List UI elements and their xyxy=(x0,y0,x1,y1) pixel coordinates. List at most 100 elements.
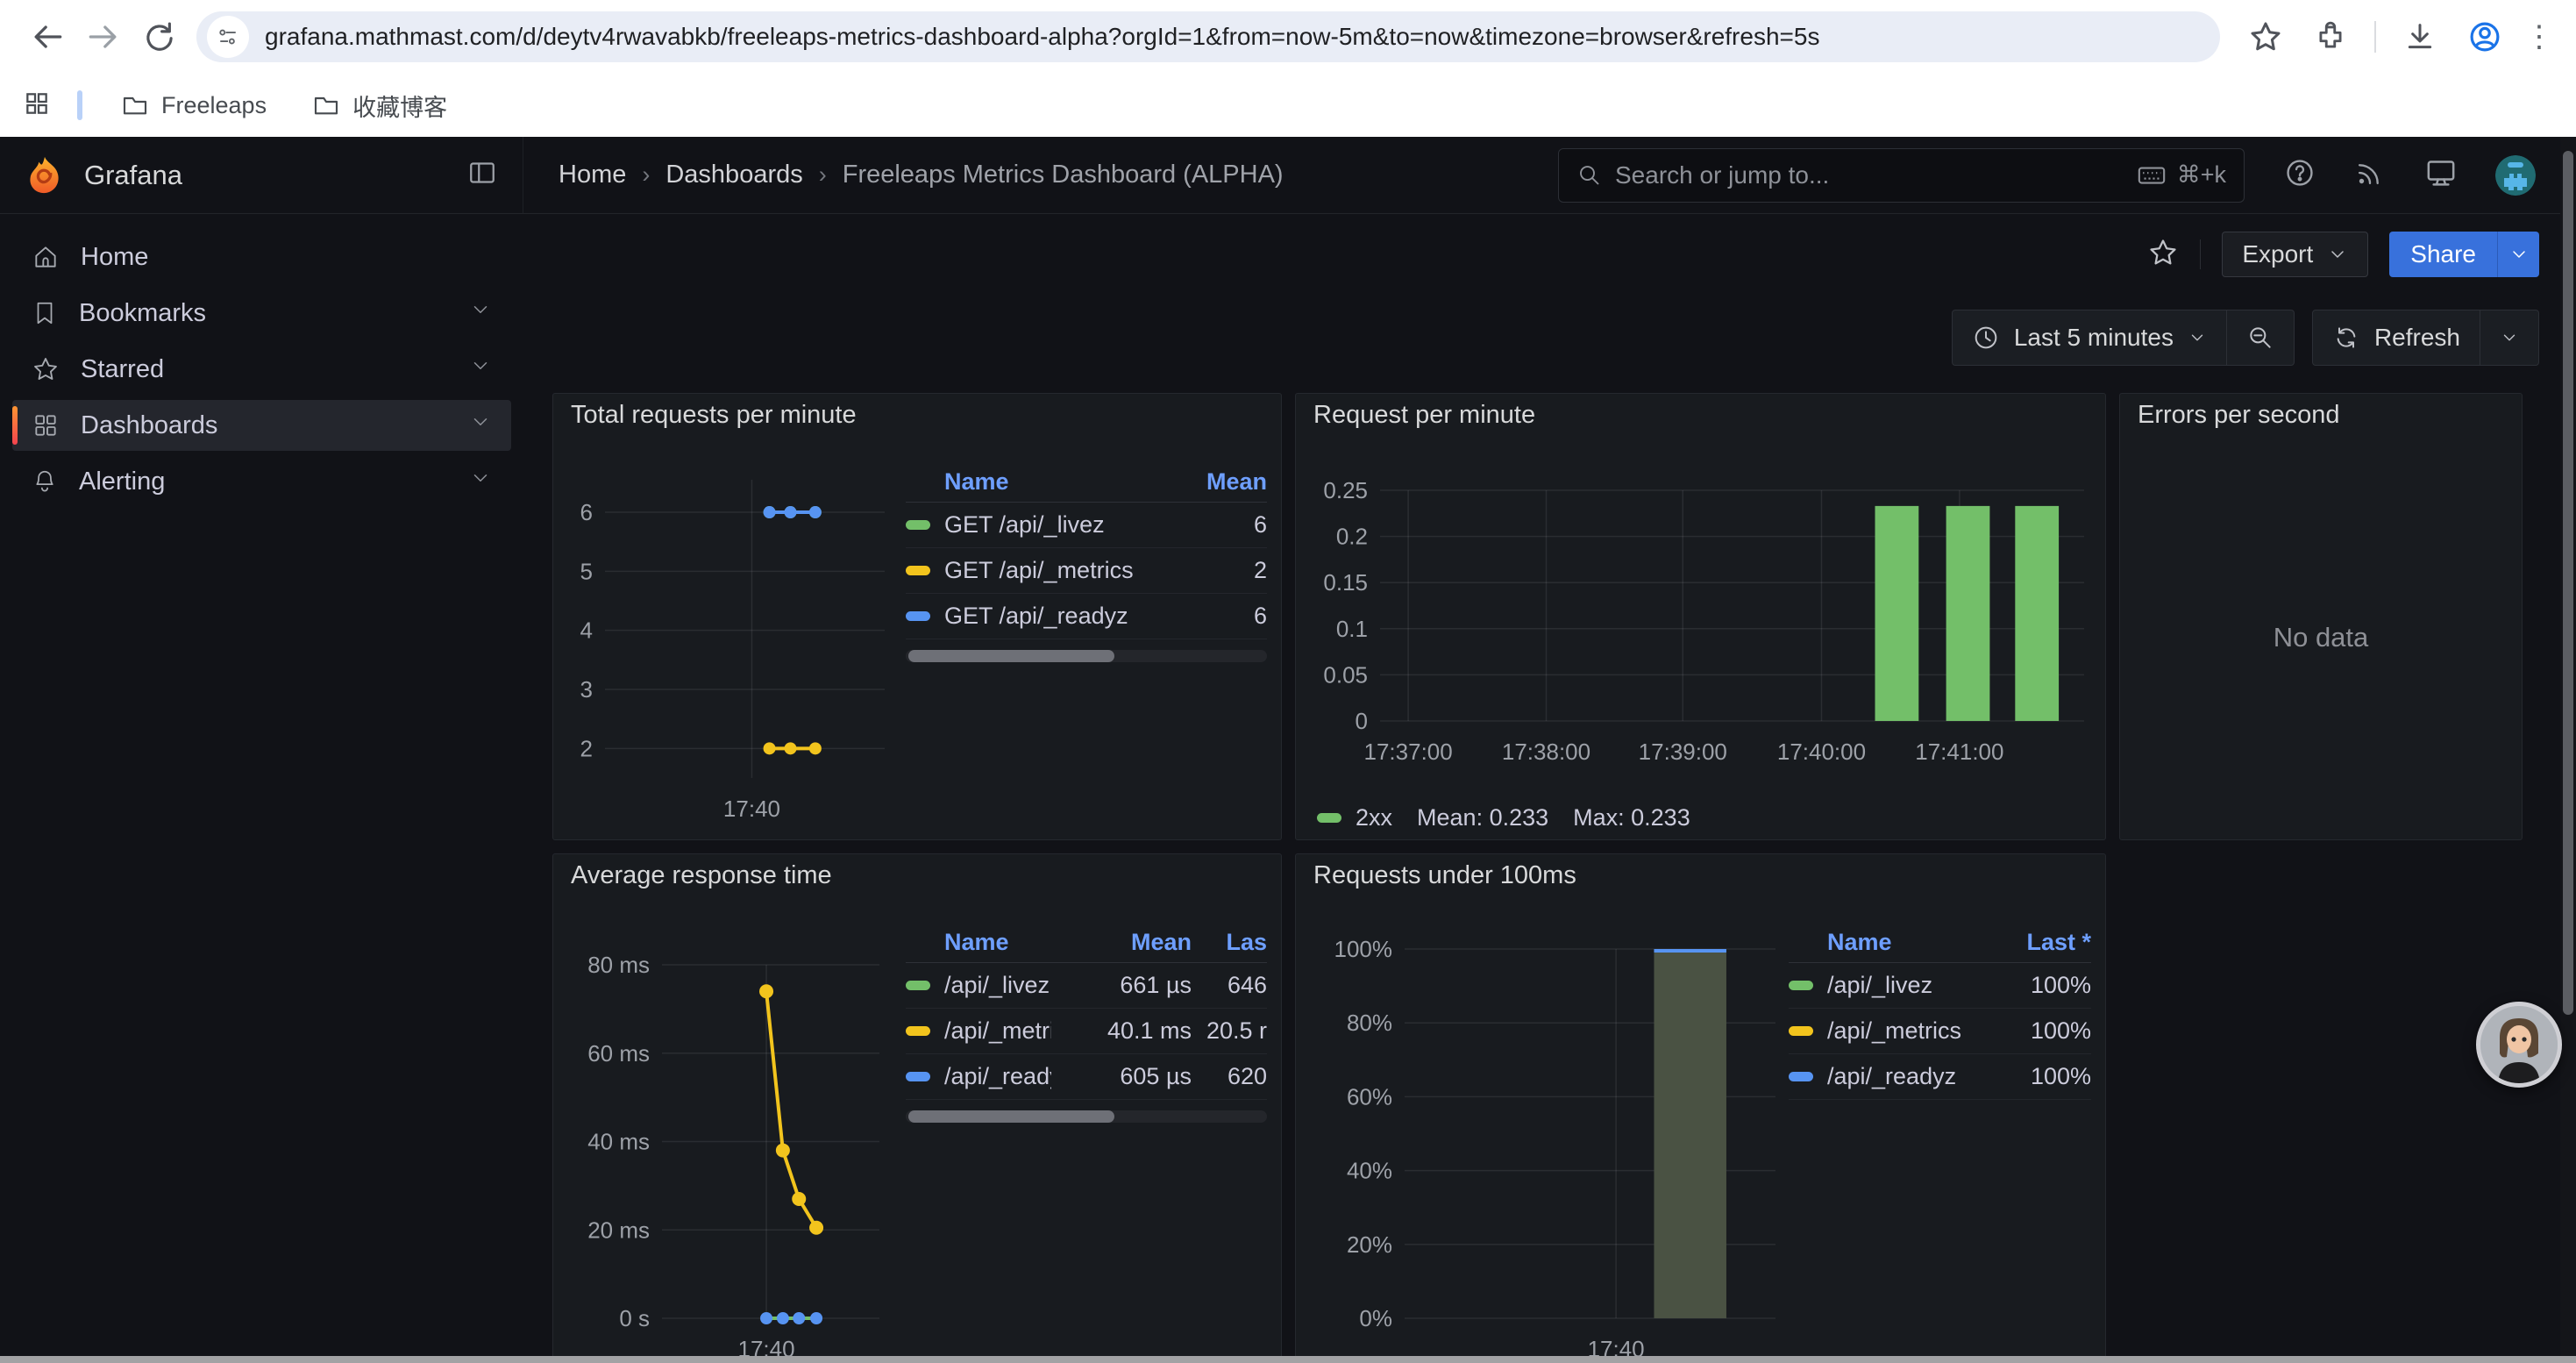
breadcrumb-home[interactable]: Home xyxy=(559,161,626,189)
legend-column-last[interactable]: Las xyxy=(1192,929,1267,956)
series-swatch xyxy=(1789,981,1813,990)
time-range-picker[interactable]: Last 5 minutes xyxy=(1953,310,2226,365)
chevron-down-icon[interactable] xyxy=(469,354,492,384)
sidebar-item-starred[interactable]: Starred xyxy=(12,344,511,395)
breadcrumb-dashboards[interactable]: Dashboards xyxy=(665,161,802,189)
chevron-down-icon[interactable] xyxy=(469,298,492,328)
refresh-interval-button[interactable] xyxy=(2480,310,2538,365)
average-response-time-chart[interactable]: 80 ms60 ms40 ms20 ms0 s17:40 xyxy=(557,896,906,1363)
sidebar-item-dashboards[interactable]: Dashboards xyxy=(12,400,511,451)
favorite-star-icon[interactable] xyxy=(2147,237,2179,273)
help-icon[interactable] xyxy=(2283,156,2316,194)
svg-text:0.2: 0.2 xyxy=(1336,524,1368,550)
legend-row[interactable]: GET /api/_readyz 6 xyxy=(906,594,1267,639)
zoom-out-button[interactable] xyxy=(2227,310,2294,365)
sidebar-item-alerting[interactable]: Alerting xyxy=(12,456,511,507)
home-icon xyxy=(32,243,60,271)
legend-row[interactable]: /api/_metrics 100% xyxy=(1789,1009,2091,1054)
legend-scrollbar-thumb[interactable] xyxy=(908,650,1114,662)
monitor-icon[interactable] xyxy=(2423,155,2459,195)
news-rss-icon[interactable] xyxy=(2353,156,2387,194)
legend-row[interactable]: /api/_metrics 40.1 ms 20.5 r xyxy=(906,1009,1267,1054)
panel-title[interactable]: Request per minute xyxy=(1296,394,2105,436)
svg-text:4: 4 xyxy=(580,617,593,644)
legend-row[interactable]: GET /api/_metrics 2 xyxy=(906,548,1267,594)
grafana-logo[interactable] xyxy=(25,155,65,196)
apps-grid-icon[interactable] xyxy=(23,89,51,122)
bookmark-folder-freeleaps[interactable]: Freeleaps xyxy=(109,86,279,125)
legend-row[interactable]: /api/_readyz 605 µs 620 xyxy=(906,1054,1267,1100)
bookmark-star-icon[interactable] xyxy=(2238,9,2294,65)
request-per-minute-chart[interactable]: 0.250.20.150.10.05017:37:0017:38:0017:39… xyxy=(1310,436,2091,796)
legend-scrollbar[interactable] xyxy=(906,650,1267,662)
panel-title[interactable]: Requests under 100ms xyxy=(1296,854,2105,896)
bookmark-folder-blogs[interactable]: 收藏博客 xyxy=(300,83,459,128)
url-text[interactable]: grafana.mathmast.com/d/deytv4rwavabkb/fr… xyxy=(265,23,1819,51)
time-range-group: Last 5 minutes xyxy=(1952,310,2295,366)
search-input[interactable]: Search or jump to... ⌘+k xyxy=(1558,148,2245,203)
legend-column-name[interactable]: Name xyxy=(1789,929,1995,956)
legend-scrollbar[interactable] xyxy=(906,1110,1267,1123)
export-button[interactable]: Export xyxy=(2222,232,2368,277)
legend-row[interactable]: GET /api/_livez 6 xyxy=(906,503,1267,548)
panel-legend: Name Last * /api/_livez 100% /api/_metri… xyxy=(1789,923,2091,1363)
search-shortcut: ⌘+k xyxy=(2137,161,2226,190)
sidebar-item-bookmarks[interactable]: Bookmarks xyxy=(12,288,511,339)
svg-text:40 ms: 40 ms xyxy=(587,1129,650,1155)
page-scrollbar[interactable] xyxy=(2560,137,2576,1356)
legend-row[interactable]: /api/_livez 661 µs 646 xyxy=(906,963,1267,1009)
total-requests-chart[interactable]: 6543217:40 xyxy=(557,436,906,839)
legend-row[interactable]: /api/_readyz 100% xyxy=(1789,1054,2091,1100)
legend-column-last[interactable]: Last * xyxy=(1995,929,2091,956)
star-icon xyxy=(32,355,60,383)
header-icons xyxy=(2283,155,2536,196)
panel-title[interactable]: Average response time xyxy=(553,854,1281,896)
user-avatar[interactable] xyxy=(2495,155,2536,196)
panel-title[interactable]: Total requests per minute xyxy=(553,394,1281,436)
forward-button[interactable] xyxy=(75,9,132,65)
svg-text:17:38:00: 17:38:00 xyxy=(1502,739,1590,765)
refresh-button[interactable]: Refresh xyxy=(2313,310,2480,365)
legend-column-name[interactable]: Name xyxy=(906,468,1171,496)
browser-menu-icon[interactable]: ⋮ xyxy=(2522,19,2557,54)
window-bottom-scrollbar[interactable] xyxy=(0,1356,2576,1363)
share-button[interactable]: Share xyxy=(2389,232,2497,277)
reload-button[interactable] xyxy=(132,9,188,65)
requests-under-100ms-chart[interactable]: 100%80%60%40%20%0%17:40 xyxy=(1299,896,1789,1363)
extensions-icon[interactable] xyxy=(2302,9,2359,65)
sidebar-item-home[interactable]: Home xyxy=(12,232,511,282)
downloads-icon[interactable] xyxy=(2392,9,2448,65)
legend-column-mean[interactable]: Mean xyxy=(1171,468,1267,496)
svg-text:17:39:00: 17:39:00 xyxy=(1639,739,1727,765)
back-button[interactable] xyxy=(19,9,75,65)
svg-text:60 ms: 60 ms xyxy=(587,1040,650,1067)
chevron-down-icon[interactable] xyxy=(469,467,492,496)
series-swatch xyxy=(906,1072,930,1081)
svg-text:0%: 0% xyxy=(1359,1305,1392,1331)
svg-text:6: 6 xyxy=(580,499,593,525)
zoom-out-icon xyxy=(2246,324,2274,352)
legend-column-mean[interactable]: Mean xyxy=(1051,929,1192,956)
legend-scrollbar-thumb[interactable] xyxy=(908,1110,1114,1123)
grafana-body: Home Bookmarks Starred Dashboards Alerti… xyxy=(0,214,2576,1363)
legend-column-name[interactable]: Name xyxy=(906,929,1051,956)
legend-row[interactable]: /api/_livez 100% xyxy=(1789,963,2091,1009)
breadcrumb: Home › Dashboards › Freeleaps Metrics Da… xyxy=(559,161,1284,189)
legend-item-2xx[interactable]: 2xx xyxy=(1317,804,1392,831)
chevron-down-icon xyxy=(2508,244,2530,265)
url-bar[interactable]: grafana.mathmast.com/d/deytv4rwavabkb/fr… xyxy=(196,11,2220,62)
profile-icon[interactable] xyxy=(2457,9,2513,65)
panel-title[interactable]: Errors per second xyxy=(2120,394,2522,436)
sidebar-toggle-icon[interactable] xyxy=(466,157,498,193)
refresh-group: Refresh xyxy=(2312,310,2539,366)
floating-assistant-avatar[interactable] xyxy=(2476,1002,2562,1088)
page-scrollbar-thumb[interactable] xyxy=(2563,151,2573,1015)
no-data-message: No data xyxy=(2120,436,2522,839)
sidebar-item-label: Bookmarks xyxy=(79,299,206,328)
site-settings-icon[interactable] xyxy=(207,16,249,58)
svg-text:80 ms: 80 ms xyxy=(587,952,650,978)
panel-legend-inline: 2xx Mean: 0.233 Max: 0.233 xyxy=(1317,804,2091,831)
share-menu-button[interactable] xyxy=(2497,232,2539,277)
browser-actions: ⋮ xyxy=(2238,9,2557,65)
chevron-down-icon[interactable] xyxy=(469,410,492,440)
